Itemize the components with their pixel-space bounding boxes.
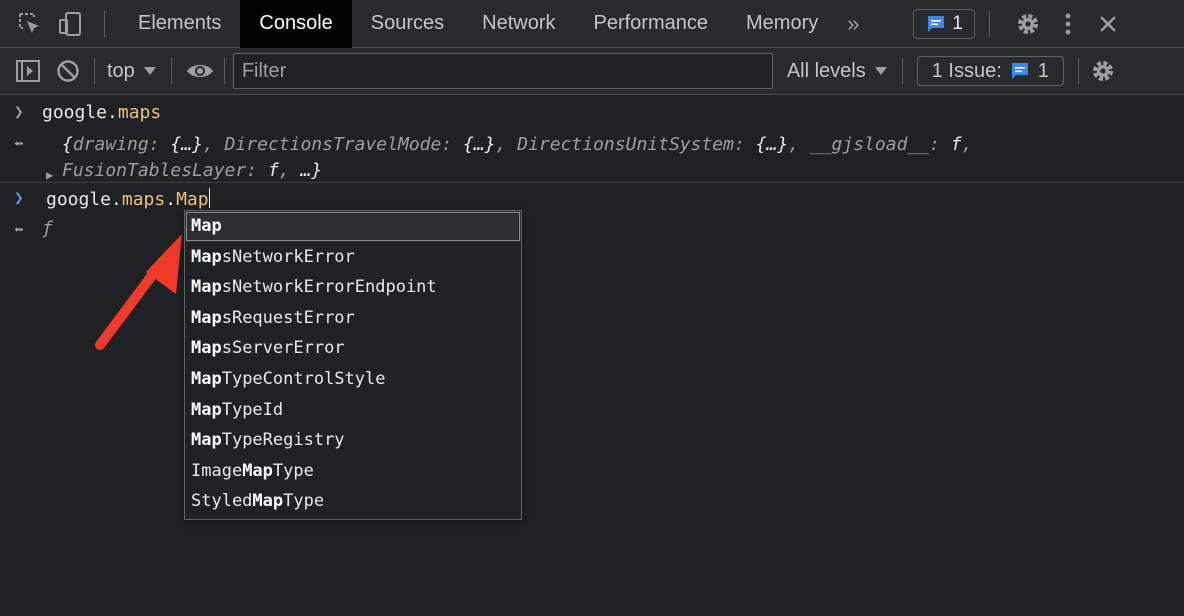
close-icon[interactable] — [1088, 0, 1128, 48]
tab-sources[interactable]: Sources — [352, 0, 463, 48]
issues-count: 1 — [1037, 59, 1049, 82]
suggestion-match: Map — [191, 277, 222, 298]
tab-memory[interactable]: Memory — [727, 0, 837, 48]
suggestion-suffix: TypeRegistry — [221, 430, 345, 451]
divider — [989, 10, 991, 37]
tab-console[interactable]: Console — [240, 0, 352, 48]
tab-elements[interactable]: Elements — [119, 0, 240, 48]
suggestion-match: Map — [191, 307, 222, 328]
autocomplete-item[interactable]: MapsNetworkError — [185, 242, 521, 273]
filter-input[interactable] — [232, 53, 773, 89]
console-result-object[interactable]: ⬅ ▶ {drawing: {…}, DirectionsTravelMode:… — [0, 132, 1184, 182]
issues-label: 1 Issue: — [931, 59, 1002, 82]
suggestion-suffix: Type — [272, 460, 314, 481]
divider — [170, 58, 172, 84]
suggestion-match: Map — [191, 216, 222, 236]
suggestion-suffix: sServerError — [221, 338, 345, 359]
text-caret — [208, 188, 210, 208]
suggestion-match: Map — [191, 338, 222, 359]
object-preview: {drawing: {…}, DirectionsTravelMode: {…}… — [62, 134, 973, 181]
sidebar-toggle-icon[interactable] — [8, 47, 48, 95]
console-prompt-line[interactable]: ❯ google.maps.Map — [0, 188, 1184, 214]
suggestion-match: Map — [252, 491, 284, 512]
log-levels-dropdown[interactable]: All levels — [787, 60, 888, 83]
tab-performance[interactable]: Performance — [575, 0, 728, 48]
divider — [901, 58, 903, 84]
result-arrow-icon: ⬅ — [14, 134, 24, 153]
device-toolbar-icon[interactable] — [50, 0, 90, 48]
suggestion-match: Map — [191, 430, 222, 451]
active-prompt-chevron-icon: ❯ — [14, 188, 24, 207]
message-icon — [1011, 63, 1028, 79]
autocomplete-item[interactable]: MapTypeId — [185, 395, 521, 426]
autocomplete-dropdown: Map MapsNetworkError MapsNetworkErrorEndpo… — [184, 210, 522, 520]
messages-badge[interactable]: 1 — [913, 8, 976, 39]
more-tabs-button[interactable]: » — [837, 11, 873, 37]
divider — [104, 10, 105, 37]
issues-button[interactable]: 1 Issue: 1 — [916, 56, 1064, 86]
dropdown-arrow-icon — [874, 67, 887, 75]
suggestion-match: Map — [191, 246, 222, 267]
suggestion-suffix: sNetworkError — [221, 246, 355, 267]
eager-eval-result: ƒ — [42, 218, 53, 239]
message-icon — [928, 15, 945, 32]
suggestion-prefix: Styled — [191, 491, 253, 512]
divider — [94, 58, 95, 84]
autocomplete-item[interactable]: ImageMapType — [185, 456, 521, 487]
suggestion-prefix: Image — [191, 460, 243, 481]
tab-network[interactable]: Network — [463, 0, 574, 48]
live-expression-eye-icon[interactable] — [184, 47, 216, 95]
dropdown-arrow-icon — [143, 67, 156, 75]
kebab-menu-icon[interactable] — [1048, 0, 1088, 48]
prompt-input-text[interactable]: google.maps.Map — [46, 188, 210, 210]
autocomplete-item[interactable]: MapsRequestError — [185, 303, 521, 334]
prompt-chevron-icon: ❯ — [14, 102, 24, 121]
autocomplete-item[interactable]: MapTypeControlStyle — [185, 364, 521, 395]
command-text: google.maps — [42, 102, 162, 123]
autocomplete-item[interactable]: MapsNetworkErrorEndpoint — [185, 272, 521, 303]
suggestion-match: Map — [242, 460, 273, 481]
clear-console-icon[interactable] — [48, 47, 88, 95]
context-selector[interactable]: top — [101, 60, 157, 83]
suggestion-match: Map — [191, 368, 222, 389]
console-toolbar: top All levels 1 Issue: 1 — [0, 48, 1184, 95]
divider — [223, 58, 225, 84]
result-arrow-icon: ⬅ — [14, 220, 24, 239]
console-settings-gear-icon[interactable] — [1087, 47, 1119, 95]
context-label: top — [107, 59, 135, 82]
suggestion-suffix: sRequestError — [221, 307, 355, 328]
autocomplete-item[interactable]: Map — [185, 211, 521, 242]
levels-label: All levels — [786, 59, 866, 82]
inspect-element-icon[interactable] — [10, 0, 50, 48]
suggestion-suffix: sNetworkErrorEndpoint — [221, 277, 437, 298]
suggestion-suffix: TypeId — [221, 399, 284, 420]
suggestion-suffix: TypeControlStyle — [221, 368, 386, 389]
divider — [1077, 58, 1079, 84]
autocomplete-item[interactable]: MapTypeRegistry — [185, 425, 521, 456]
settings-gear-icon[interactable] — [1008, 0, 1048, 48]
suggestion-match: Map — [191, 399, 222, 420]
console-input-line: ❯ google.maps — [0, 102, 1184, 128]
devtools-tabbar: Elements Console Sources Network Perform… — [0, 0, 1184, 48]
expand-triangle-icon[interactable]: ▶ — [46, 168, 53, 182]
divider — [0, 182, 1184, 183]
suggestion-suffix: Type — [283, 491, 325, 512]
autocomplete-item[interactable]: MapsServerError — [185, 333, 521, 364]
autocomplete-item[interactable]: StyledMapType — [185, 486, 521, 517]
messages-count: 1 — [952, 12, 963, 34]
